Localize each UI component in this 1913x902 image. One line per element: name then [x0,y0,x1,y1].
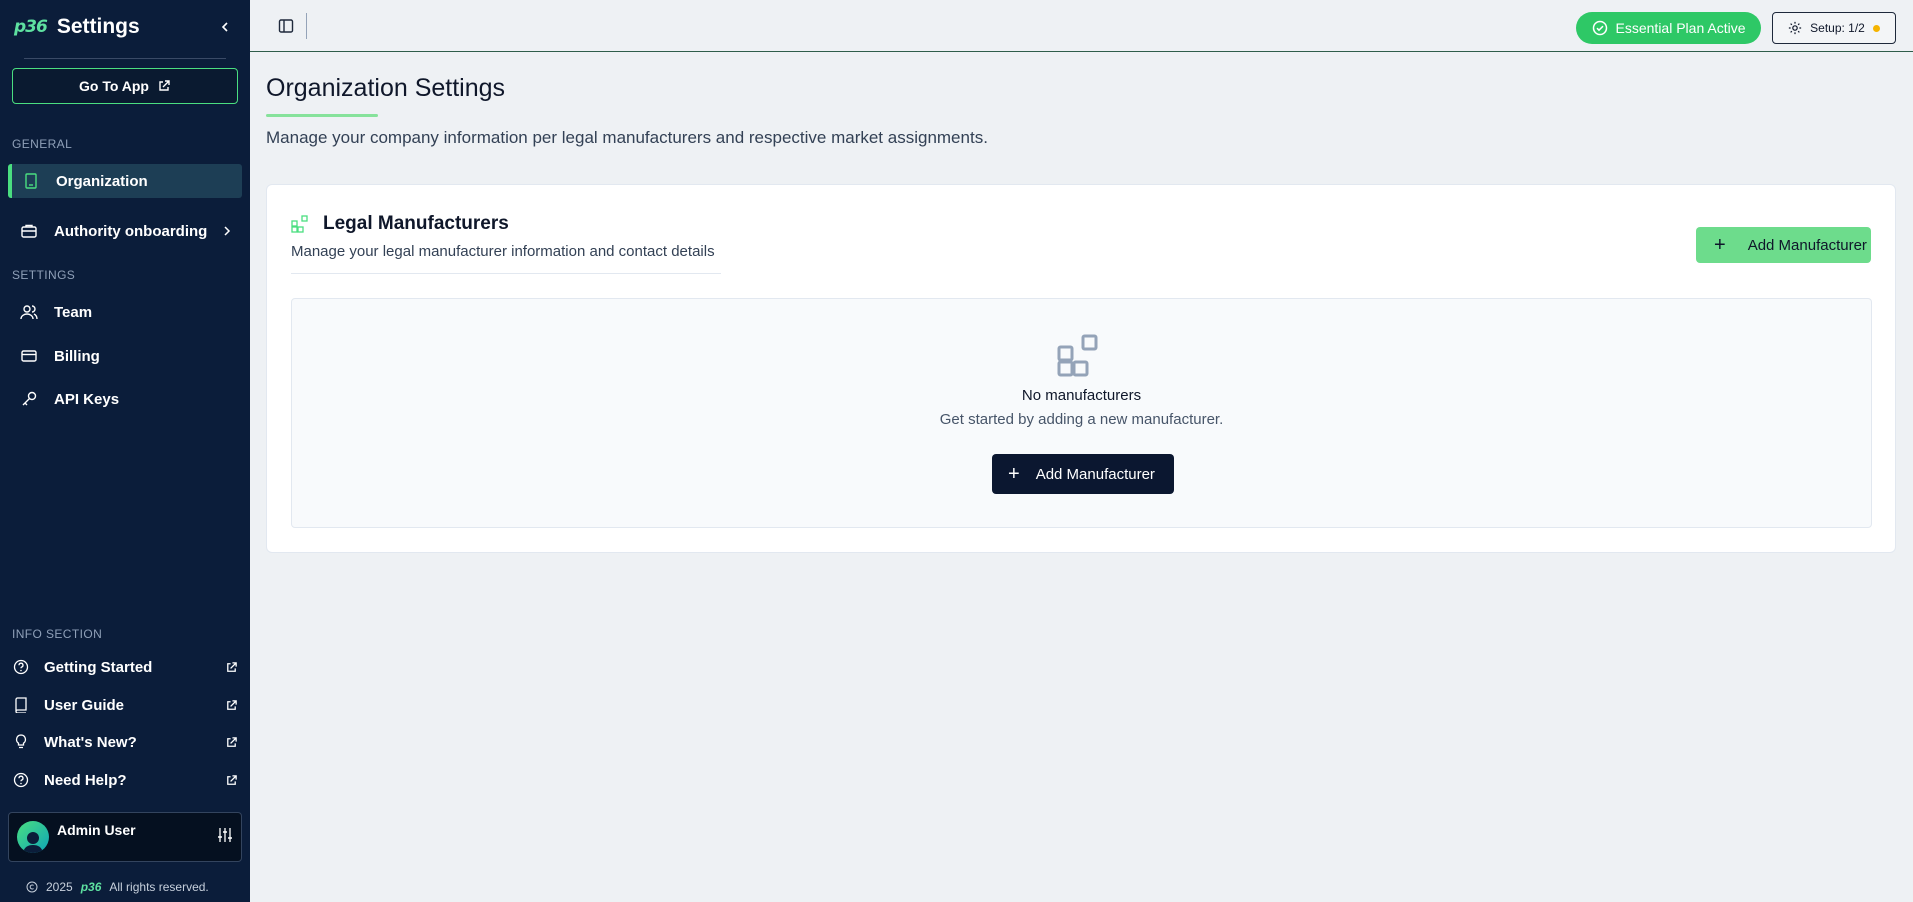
check-circle-icon [1592,20,1607,36]
top-bar: Essential Plan Active Setup: 1/2 [250,0,1913,52]
panel-left-icon [278,19,294,33]
sidebar-item-organization[interactable]: Organization [8,164,242,198]
info-item-label: What's New? [44,733,137,751]
toggle-panel-button[interactable] [276,16,296,36]
user-profile-card[interactable]: Admin User [8,812,242,862]
sidebar-item-authority-onboarding[interactable]: Authority onboarding [8,214,242,248]
sidebar-item-team[interactable]: Team [8,295,242,329]
external-link-icon [227,774,237,785]
info-item-label: Need Help? [44,771,127,789]
briefcase-icon [20,222,38,240]
info-item-label: Getting Started [44,658,153,676]
help-circle-icon [12,658,30,676]
avatar [17,821,49,853]
info-item-whats-new[interactable]: What's New? [12,727,238,757]
sidebar-item-api-keys[interactable]: API Keys [8,382,242,416]
key-icon [20,390,38,408]
copyright-icon [26,881,38,893]
chevron-left-icon [221,22,228,32]
users-icon [20,303,38,321]
footer-rights: All rights reserved. [109,880,209,894]
sidebar-item-label: Team [54,303,93,321]
sidebar-item-label: API Keys [54,390,120,408]
page-title: Organization Settings [266,74,506,102]
credit-card-icon [20,347,38,365]
lightbulb-icon [12,733,30,751]
setup-status-dot [1872,24,1880,32]
chevron-right-icon [224,226,231,236]
sidebar-item-label: Billing [54,347,100,365]
setup-progress-button[interactable]: Setup: 1/2 [1772,12,1896,44]
building-icon [22,172,40,190]
toolbar-separator [306,13,307,39]
sidebar-item-label: Organization [56,172,148,190]
external-link-icon [227,699,237,710]
empty-state-title: No manufacturers [1021,387,1142,404]
card-subtitle: Manage your legal manufacturer informati… [291,243,715,260]
plan-status-label: Essential Plan Active [1615,20,1746,36]
sidebar-divider [24,58,226,59]
sidebar-item-label: Authority onboarding [54,222,208,240]
external-link-icon [227,661,237,672]
empty-state: No manufacturers Get started by adding a… [291,298,1872,528]
sidebar-header: p36 Settings [14,12,236,42]
page-subtitle: Manage your company information per lega… [266,128,988,147]
legal-manufacturers-card: Legal Manufacturers Manage your legal ma… [266,184,1896,553]
add-manufacturer-empty-button[interactable]: + Add Manufacturer [992,454,1174,494]
brand-logo: p36 [14,17,48,37]
plus-icon: + [1008,462,1020,485]
empty-state-description: Get started by adding a new manufacturer… [939,411,1224,428]
section-settings-label: SETTINGS [12,268,76,282]
info-item-user-guide[interactable]: User Guide [12,690,238,720]
sidebar-title: Settings [56,15,140,38]
grid-plus-icon [291,215,309,238]
section-info-label: INFO SECTION [12,627,103,641]
sidebar-item-billing[interactable]: Billing [8,339,242,373]
info-item-getting-started[interactable]: Getting Started [12,652,238,682]
info-item-label: User Guide [44,696,125,714]
user-name: Admin User [57,822,136,838]
footer-year: 2025 [46,880,73,894]
add-manufacturer-label: Add Manufacturer [1035,465,1155,483]
external-link-icon [227,736,237,747]
card-title: Legal Manufacturers [323,213,509,234]
book-icon [12,696,30,714]
card-header-divider [291,273,721,274]
sliders-icon[interactable] [217,827,233,848]
grid-plus-icon [1056,333,1100,382]
go-to-app-button[interactable]: Go To App [12,68,238,104]
go-to-app-label: Go To App [79,78,149,94]
external-link-icon [159,80,170,91]
footer-logo: p36 [80,880,102,894]
gear-icon [1789,21,1802,35]
collapse-sidebar-button[interactable] [214,16,236,38]
section-general-label: GENERAL [12,137,73,151]
help-circle-icon [12,771,30,789]
sidebar: p36 Settings Go To App GENERAL Organizat… [0,0,250,902]
info-item-need-help[interactable]: Need Help? [12,765,238,795]
sidebar-footer: 2025 p36 All rights reserved. [26,880,209,894]
setup-progress-label: Setup: 1/2 [1810,21,1865,35]
title-underline [266,114,378,117]
add-manufacturer-button[interactable]: + Add Manufacturer [1696,227,1871,263]
plus-icon: + [1714,233,1726,256]
add-manufacturer-label: Add Manufacturer [1747,236,1867,254]
plan-status-badge[interactable]: Essential Plan Active [1576,12,1761,44]
